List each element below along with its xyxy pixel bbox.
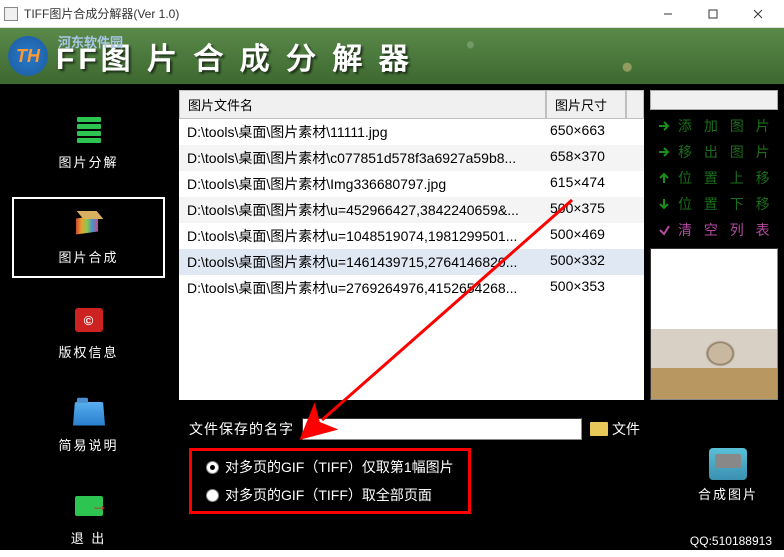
table-row[interactable]: D:\tools\桌面\图片素材\11111.jpg650×663: [179, 119, 644, 145]
close-button[interactable]: [735, 2, 780, 26]
disk-icon: [709, 448, 747, 480]
radio-icon: [206, 461, 219, 474]
cell-size: 650×663: [546, 122, 644, 142]
window-title: TIFF图片合成分解器(Ver 1.0): [24, 5, 645, 22]
table-row[interactable]: D:\tools\桌面\图片素材\Img336680797.jpg615×474: [179, 171, 644, 197]
app-icon: [4, 7, 18, 21]
sidebar-item-help[interactable]: 简易说明: [12, 387, 165, 464]
logo-icon: TH: [8, 36, 48, 76]
cell-filename: D:\tools\桌面\图片素材\c077851d578f3a6927a59b8…: [179, 148, 546, 168]
radio-icon: [206, 489, 219, 502]
table-row[interactable]: D:\tools\桌面\图片素材\u=2769264976,4152654268…: [179, 275, 644, 301]
rightbar-header: [650, 90, 778, 110]
arrow-right-icon: [656, 118, 672, 134]
table-row[interactable]: D:\tools\桌面\图片素材\u=1048519074,1981299501…: [179, 223, 644, 249]
titlebar: TIFF图片合成分解器(Ver 1.0): [0, 0, 784, 28]
col-filename[interactable]: 图片文件名: [179, 90, 546, 119]
file-table: 图片文件名 图片尺寸 D:\tools\桌面\图片素材\11111.jpg650…: [179, 90, 644, 400]
col-size[interactable]: 图片尺寸: [546, 90, 626, 119]
stack-icon: [71, 112, 107, 148]
sidebar-item-decompose[interactable]: 图片分解: [12, 104, 165, 181]
minimize-button[interactable]: [645, 2, 690, 26]
table-row[interactable]: D:\tools\桌面\图片素材\u=452966427,3842240659&…: [179, 197, 644, 223]
cell-size: 500×469: [546, 226, 644, 246]
table-row[interactable]: D:\tools\桌面\图片素材\u=1461439715,2764146820…: [179, 249, 644, 275]
qq-contact: QQ:510188913: [686, 532, 776, 550]
add-image-button[interactable]: 添 加 图 片: [650, 116, 778, 136]
save-filename-input[interactable]: [302, 418, 582, 440]
banner-subtitle: 河东软件园: [58, 32, 123, 51]
save-label: 文件保存的名字: [189, 419, 294, 439]
col-spacer: [626, 90, 644, 119]
cell-filename: D:\tools\桌面\图片素材\11111.jpg: [179, 122, 546, 142]
exit-icon: [71, 488, 107, 524]
browse-file-button[interactable]: 文件: [590, 419, 640, 439]
banner: TH FF图 片 合 成 分 解 器 河东软件园: [0, 28, 784, 84]
compose-button[interactable]: 合成图片: [698, 448, 758, 503]
table-row[interactable]: D:\tools\桌面\图片素材\c077851d578f3a6927a59b8…: [179, 145, 644, 171]
sidebar-item-copyright[interactable]: © 版权信息: [12, 294, 165, 371]
sidebar-item-exit[interactable]: 退 出: [12, 480, 165, 557]
preview-pane: [650, 248, 778, 400]
arrow-right-icon: [656, 144, 672, 160]
sidebar: 图片分解 图片合成 © 版权信息 简易说明 退 出: [0, 84, 177, 550]
move-down-button[interactable]: 位 置 下 移: [650, 194, 778, 214]
cell-size: 500×332: [546, 252, 644, 272]
maximize-button[interactable]: [690, 2, 735, 26]
radio-first-page[interactable]: 对多页的GIF（TIFF）仅取第1幅图片: [206, 457, 454, 477]
arrow-down-icon: [656, 196, 672, 212]
cube-icon: [71, 207, 107, 243]
preview-image: [651, 329, 777, 399]
cell-size: 615×474: [546, 174, 644, 194]
cell-filename: D:\tools\桌面\图片素材\u=2769264976,4152654268…: [179, 278, 546, 298]
move-up-button[interactable]: 位 置 上 移: [650, 168, 778, 188]
cell-filename: D:\tools\桌面\图片素材\Img336680797.jpg: [179, 174, 546, 194]
radio-all-pages[interactable]: 对多页的GIF（TIFF）取全部页面: [206, 485, 454, 505]
cell-filename: D:\tools\桌面\图片素材\u=1048519074,1981299501…: [179, 226, 546, 246]
arrow-up-icon: [656, 170, 672, 186]
clear-icon: [656, 222, 672, 238]
remove-image-button[interactable]: 移 出 图 片: [650, 142, 778, 162]
cell-filename: D:\tools\桌面\图片素材\u=452966427,3842240659&…: [179, 200, 546, 220]
cell-size: 500×353: [546, 278, 644, 298]
cell-size: 500×375: [546, 200, 644, 220]
folder-icon: [71, 395, 107, 431]
folder-small-icon: [590, 422, 608, 436]
cell-size: 658×370: [546, 148, 644, 168]
clear-list-button[interactable]: 清 空 列 表: [650, 220, 778, 240]
cell-filename: D:\tools\桌面\图片素材\u=1461439715,2764146820…: [179, 252, 546, 272]
sidebar-item-compose[interactable]: 图片合成: [12, 197, 165, 278]
copyright-icon: ©: [71, 302, 107, 338]
radio-group-highlighted: 对多页的GIF（TIFF）仅取第1幅图片 对多页的GIF（TIFF）取全部页面: [189, 448, 471, 514]
